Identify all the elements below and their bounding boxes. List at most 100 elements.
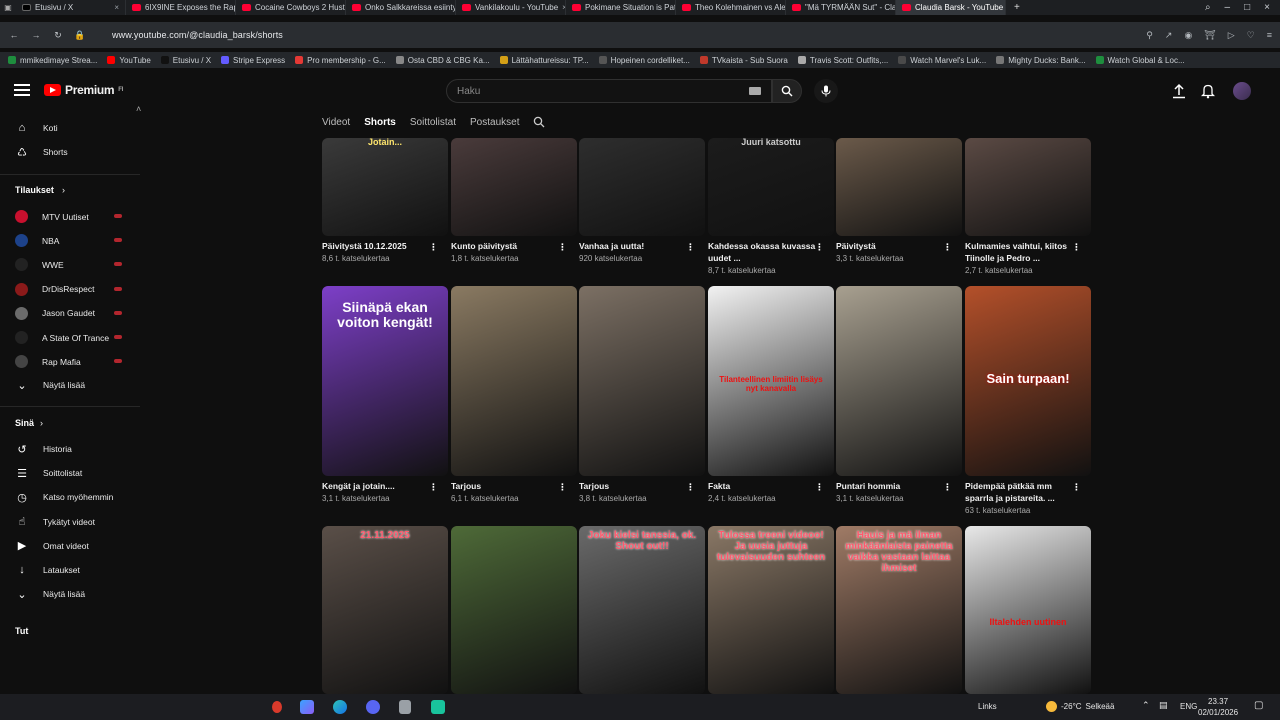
browser-menu-icon[interactable]: ▣ [0, 3, 16, 12]
hamburger-menu-icon[interactable] [14, 84, 30, 98]
network-icon[interactable]: ▤ [1159, 700, 1168, 711]
spotify-like-icon[interactable] [431, 700, 445, 714]
browser-tab[interactable]: Vankilakoulu - YouTube× [456, 0, 566, 15]
bookmark-item[interactable]: Watch Global & Loc... [1095, 56, 1185, 65]
sidebar-item[interactable]: ♺ Shorts [15, 146, 68, 159]
bookmark-item[interactable]: Watch Marvel's Luk... [898, 56, 986, 65]
short-thumbnail[interactable] [836, 138, 962, 236]
share-icon[interactable]: ↗ [1165, 30, 1173, 41]
short-thumbnail[interactable]: Siinäpä ekan voiton kengät! [322, 286, 448, 476]
browser-tab[interactable]: Onko Salkkareissa esiinty× [346, 0, 456, 15]
search-tabs-icon[interactable]: ⌕ [1205, 2, 1211, 13]
sidebar-item[interactable]: ☝ Tykätyt videot [15, 516, 95, 528]
close-tab-icon[interactable]: × [114, 3, 119, 12]
sidebar-item[interactable]: ↓ Lataukset [15, 564, 80, 576]
browser-tab[interactable]: Etusivu / X × [16, 0, 126, 15]
bookmark-item[interactable]: Etusivu / X [160, 56, 211, 65]
short-title[interactable]: Kunto päivitystä [451, 240, 559, 252]
short-thumbnail[interactable]: Tulossa treeni videoo! Ja uusia juttuja … [708, 526, 834, 694]
edge-icon[interactable] [333, 700, 347, 714]
sidebar-item[interactable]: MTV Uutiset [15, 210, 89, 223]
more-options-icon[interactable]: ⋮ [943, 242, 952, 253]
more-options-icon[interactable]: ⋮ [558, 242, 567, 253]
browser-tab[interactable]: Cocaine Cowboys 2 Husti× [236, 0, 346, 15]
short-title[interactable]: Päivitystä [836, 240, 944, 252]
heart-icon[interactable]: ♡ [1247, 30, 1255, 41]
search-input[interactable] [447, 80, 727, 102]
more-options-icon[interactable]: ⋮ [943, 482, 952, 493]
opera-icon[interactable] [272, 701, 282, 713]
short-thumbnail[interactable] [451, 286, 577, 476]
short-title[interactable]: Tarjous [451, 480, 559, 492]
tab-videos[interactable]: Videot [322, 117, 350, 128]
short-thumbnail[interactable] [451, 526, 577, 694]
sidebar-item[interactable]: Jason Gaudet [15, 306, 95, 320]
tab-posts[interactable]: Postaukset [470, 117, 519, 128]
short-thumbnail[interactable]: 21.11.2025 [322, 526, 448, 694]
browser-tab[interactable]: Pokimane Situation is Pat× [566, 0, 676, 15]
you-heading[interactable]: Sinä [15, 418, 34, 428]
keyboard-icon[interactable] [749, 87, 761, 95]
bookmark-item[interactable]: Lättähattureissu: TP... [499, 56, 589, 65]
short-title[interactable]: Vanhaa ja uutta! [579, 240, 687, 252]
notifications-bell-icon[interactable] [1200, 83, 1216, 104]
more-options-icon[interactable]: ⋮ [815, 242, 824, 253]
language-indicator[interactable]: ENG [1180, 702, 1197, 711]
close-window-icon[interactable]: × [1264, 2, 1270, 13]
search-button[interactable] [772, 79, 802, 103]
show-more-button[interactable]: ⌄ Näytä lisää [15, 379, 85, 392]
play-icon[interactable]: ▷ [1228, 30, 1235, 41]
bookmark-item[interactable]: Hopeinen cordelliket... [598, 56, 690, 65]
more-options-icon[interactable]: ⋮ [686, 242, 695, 253]
bookmark-item[interactable]: mmikedimaye Strea... [8, 56, 97, 65]
short-thumbnail[interactable]: Sain turpaan! [965, 286, 1091, 476]
bookmark-item[interactable]: Stripe Express [221, 56, 285, 65]
browser-tab[interactable]: 6IX9INE Exposes the Rap× [126, 0, 236, 15]
more-options-icon[interactable]: ⋮ [815, 482, 824, 493]
short-thumbnail[interactable] [579, 138, 705, 236]
sidebar-item[interactable]: ☰ Soittolistat [15, 467, 82, 480]
short-title[interactable]: Päivitystä 10.12.2025 [322, 240, 430, 252]
short-title[interactable]: Kengät ja jotain.... [322, 480, 430, 492]
tray-chevron-icon[interactable]: ⌃ [1142, 700, 1150, 711]
channel-search-icon[interactable] [533, 116, 545, 128]
more-options-icon[interactable]: ⋮ [1072, 242, 1081, 253]
more-options-icon[interactable]: ⋮ [1072, 482, 1081, 493]
short-thumbnail[interactable]: Hauis ja mä ilman minkäänlaista painetta… [836, 526, 962, 694]
subscriptions-heading[interactable]: Tilaukset [15, 185, 54, 195]
bookmark-item[interactable]: Mighty Ducks: Bank... [996, 56, 1086, 65]
bookmark-item[interactable]: Travis Scott: Outfits,... [797, 56, 888, 65]
short-title[interactable]: Fakta [708, 480, 816, 492]
bookmark-item[interactable]: Pro membership - G... [295, 56, 386, 65]
app-icon[interactable] [399, 700, 411, 714]
short-thumbnail[interactable]: Juuri katsottu [708, 138, 834, 236]
new-tab-icon[interactable]: + [1006, 2, 1028, 13]
short-thumbnail[interactable]: Tilanteellinen limiitin lisäys nyt kanav… [708, 286, 834, 476]
back-icon[interactable]: ← [6, 30, 22, 40]
bookmark-item[interactable]: TVkaista - Sub Suora [699, 56, 788, 65]
tab-shorts[interactable]: Shorts [364, 117, 396, 128]
short-title[interactable]: Kulmamies vaihtui, kiitos Tiinolle ja Pe… [965, 240, 1073, 264]
short-thumbnail[interactable] [579, 286, 705, 476]
clock[interactable]: 23.37 02/01/2026 [1198, 696, 1238, 718]
more-options-icon[interactable]: ⋮ [558, 482, 567, 493]
short-thumbnail[interactable]: Jotain... [322, 138, 448, 236]
tab-playlists[interactable]: Soittolistat [410, 117, 456, 128]
account-avatar[interactable] [1233, 82, 1251, 100]
bookmark-item[interactable]: Osta CBD & CBG Ka... [395, 56, 490, 65]
sidebar-item[interactable]: WWE [15, 258, 64, 272]
forward-icon[interactable]: → [28, 30, 44, 40]
more-options-icon[interactable]: ⋮ [429, 482, 438, 493]
sidebar-item[interactable]: ▶ Omat videot [15, 540, 89, 552]
sidebar-item[interactable]: DrDisRespect [15, 282, 94, 296]
sidebar-item[interactable]: ⌂ Koti [15, 122, 58, 134]
minimize-icon[interactable]: – [1225, 2, 1231, 13]
bookmark-item[interactable]: YouTube [107, 56, 151, 65]
sidebar-item[interactable]: ↺ Historia [15, 443, 71, 456]
voice-search-button[interactable] [814, 79, 838, 103]
short-title[interactable]: Tarjous [579, 480, 687, 492]
browser-tab[interactable]: "Mä TYRMÄÄN Sut" - Cla× [786, 0, 896, 15]
short-title[interactable]: Puntari hommia [836, 480, 944, 492]
short-thumbnail[interactable] [836, 286, 962, 476]
menu-icon[interactable]: ≡ [1267, 30, 1272, 41]
